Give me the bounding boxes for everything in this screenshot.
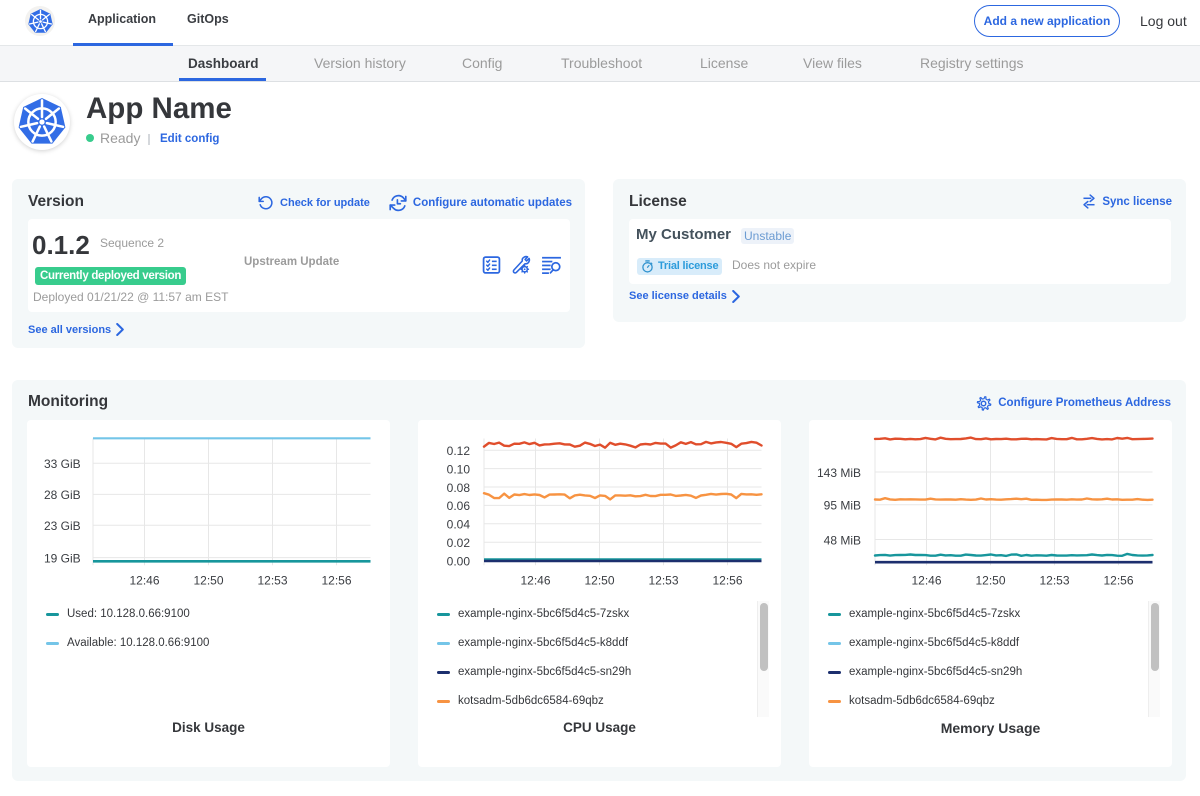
svg-text:0.04: 0.04 — [447, 518, 471, 532]
svg-text:0.02: 0.02 — [447, 536, 471, 550]
svg-text:12:46: 12:46 — [520, 574, 550, 588]
svg-text:12:53: 12:53 — [648, 574, 678, 588]
svg-text:28 GiB: 28 GiB — [44, 488, 81, 502]
svg-text:12:56: 12:56 — [712, 574, 742, 588]
svg-text:12:50: 12:50 — [975, 574, 1005, 588]
svg-text:0.00: 0.00 — [447, 554, 471, 568]
svg-text:33 GiB: 33 GiB — [44, 457, 81, 471]
svg-text:0.12: 0.12 — [447, 444, 471, 458]
svg-text:0.10: 0.10 — [447, 462, 471, 476]
svg-text:12:46: 12:46 — [129, 574, 159, 588]
svg-text:12:53: 12:53 — [1039, 574, 1069, 588]
svg-text:0.06: 0.06 — [447, 499, 471, 513]
svg-text:143 MiB: 143 MiB — [817, 466, 861, 480]
svg-text:12:56: 12:56 — [321, 574, 351, 588]
svg-text:19 GiB: 19 GiB — [44, 551, 81, 565]
svg-text:12:46: 12:46 — [911, 574, 941, 588]
svg-text:12:50: 12:50 — [193, 574, 223, 588]
svg-text:95 MiB: 95 MiB — [824, 499, 861, 513]
svg-text:23 GiB: 23 GiB — [44, 519, 81, 533]
svg-text:12:56: 12:56 — [1103, 574, 1133, 588]
svg-text:48 MiB: 48 MiB — [824, 533, 861, 547]
svg-text:12:50: 12:50 — [584, 574, 614, 588]
svg-text:12:53: 12:53 — [257, 574, 287, 588]
svg-text:0.08: 0.08 — [447, 481, 471, 495]
